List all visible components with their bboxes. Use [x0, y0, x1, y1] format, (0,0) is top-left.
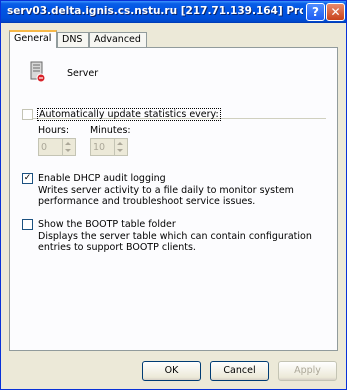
hours-spinner[interactable]: 0 [38, 138, 76, 156]
dhcp-audit-checkbox[interactable]: ✓ [22, 173, 33, 184]
properties-dialog: serv03.delta.ignis.cs.nstu.ru [217.71.13… [0, 0, 347, 390]
minutes-spin-arrows[interactable] [114, 139, 127, 155]
minutes-label: Minutes: [90, 125, 131, 136]
server-icon [30, 61, 46, 83]
tab-advanced[interactable]: Advanced [89, 32, 147, 47]
spin-up-icon[interactable] [65, 142, 71, 145]
spin-up-icon[interactable] [117, 142, 123, 145]
bootp-label[interactable]: Show the BOOTP table folder [38, 219, 176, 230]
spin-down-icon[interactable] [65, 149, 71, 152]
hours-value[interactable]: 0 [41, 142, 47, 153]
auto-update-checkbox[interactable] [22, 109, 33, 120]
cancel-button[interactable]: Cancel [210, 361, 269, 381]
ok-button[interactable]: OK [142, 361, 201, 381]
server-label: Server [67, 68, 99, 79]
bootp-description: Displays the server table which can cont… [38, 231, 312, 253]
bootp-checkbox[interactable] [22, 219, 33, 230]
tab-dns[interactable]: DNS [57, 32, 89, 47]
title-bar[interactable]: serv03.delta.ignis.cs.nstu.ru [217.71.13… [1, 1, 346, 23]
spin-down-icon[interactable] [117, 149, 123, 152]
dhcp-audit-description: Writes server activity to a file daily t… [38, 185, 294, 207]
minutes-spinner[interactable]: 10 [90, 138, 128, 156]
window-title: serv03.delta.ignis.cs.nstu.ru [217.71.13… [7, 5, 303, 17]
dhcp-audit-label[interactable]: Enable DHCP audit logging [38, 173, 166, 184]
close-button[interactable]: ✕ [326, 3, 345, 21]
help-button[interactable]: ? [306, 3, 325, 21]
tab-general[interactable]: General [9, 30, 57, 48]
hours-label: Hours: [38, 125, 70, 136]
auto-update-label[interactable]: Automatically update statistics every: [37, 108, 221, 121]
minutes-value[interactable]: 10 [93, 142, 105, 153]
apply-button[interactable]: Apply [278, 361, 337, 381]
hours-spin-arrows[interactable] [62, 139, 75, 155]
